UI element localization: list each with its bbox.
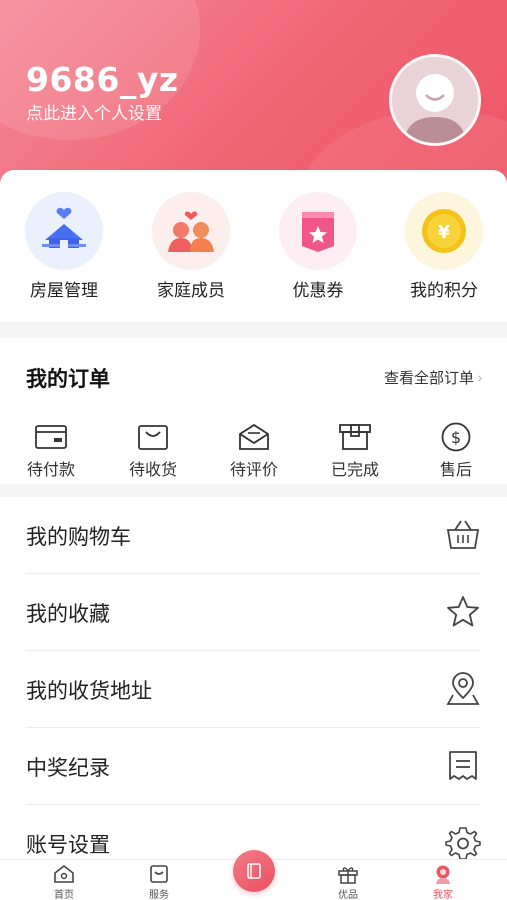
order-status-pending-payment[interactable]: 待付款 — [11, 420, 91, 480]
profile-icon — [408, 863, 478, 885]
svg-text:¥: ¥ — [438, 222, 451, 243]
location-pin-icon — [446, 672, 480, 705]
tab-label: 优品 — [338, 890, 358, 900]
menu-item-favorites[interactable]: 我的收藏 — [26, 574, 481, 651]
shopping-bag-icon — [113, 420, 193, 454]
menu-item-shopping-cart[interactable]: 我的购物车 — [26, 497, 481, 574]
avatar-icon — [392, 57, 478, 143]
chevron-right-icon: › — [477, 369, 483, 387]
home-icon — [29, 863, 99, 885]
star-icon — [447, 596, 479, 627]
dollar-circle-icon: $ — [416, 420, 496, 454]
quick-action-label: 房屋管理 — [30, 281, 98, 301]
tab-home[interactable]: 首页 — [29, 863, 99, 900]
tab-my-home[interactable]: 我家 — [408, 863, 478, 900]
order-status-after-sales[interactable]: $ 售后 — [416, 420, 496, 480]
orders-title: 我的订单 — [26, 367, 110, 391]
quick-action-label: 家庭成员 — [157, 281, 225, 301]
center-action-button[interactable] — [233, 850, 275, 892]
tab-label: 首页 — [54, 890, 74, 900]
menu-list: 我的购物车 我的收藏 我的收货地址 中奖纪录 账号设置 — [0, 497, 507, 859]
box-icon — [315, 420, 395, 454]
view-all-orders-label: 查看全部订单 — [383, 369, 474, 387]
wallet-icon — [11, 420, 91, 454]
order-status-label: 待付款 — [26, 460, 75, 479]
profile-settings-link[interactable]: 点此进入个人设置 — [26, 99, 162, 124]
book-icon — [247, 863, 261, 879]
avatar[interactable] — [389, 54, 481, 146]
service-icon — [124, 863, 194, 885]
orders-section: 我的订单 查看全部订单 › 待付款 待收货 待评价 已完成 $ 售后 — [0, 338, 507, 484]
order-status-completed[interactable]: 已完成 — [315, 420, 395, 480]
gear-icon — [445, 827, 481, 859]
house-icon — [25, 192, 103, 270]
basket-icon — [446, 520, 480, 549]
points-coin-icon: ¥ — [405, 192, 483, 270]
menu-item-prize-records[interactable]: 中奖纪录 — [26, 728, 481, 805]
order-status-label: 售后 — [439, 460, 472, 479]
family-icon — [152, 192, 230, 270]
order-status-label: 已完成 — [330, 460, 379, 479]
quick-action-label: 优惠券 — [292, 281, 344, 301]
order-status-to-receive[interactable]: 待收货 — [113, 420, 193, 480]
menu-item-label: 我的收货地址 — [26, 679, 152, 703]
tab-label: 我家 — [433, 890, 453, 900]
menu-item-label: 账号设置 — [26, 833, 110, 857]
menu-item-label: 中奖纪录 — [26, 756, 110, 780]
view-all-orders-link[interactable]: 查看全部订单 › — [384, 367, 483, 388]
envelope-icon — [214, 420, 294, 454]
menu-item-label: 我的购物车 — [26, 525, 131, 549]
quick-action-family-members[interactable]: 家庭成员 — [136, 192, 246, 301]
tab-services[interactable]: 服务 — [124, 863, 194, 900]
order-status-label: 待评价 — [229, 460, 278, 479]
quick-action-house-management[interactable]: 房屋管理 — [9, 192, 119, 301]
tab-label: 服务 — [149, 890, 169, 900]
tab-featured-products[interactable]: 优品 — [313, 863, 383, 900]
menu-item-label: 我的收藏 — [26, 602, 110, 626]
username[interactable]: 9686_yz — [26, 60, 179, 99]
receipt-icon — [449, 751, 477, 780]
quick-action-label: 我的积分 — [410, 281, 478, 301]
gift-icon — [313, 863, 383, 885]
menu-item-shipping-address[interactable]: 我的收货地址 — [26, 651, 481, 728]
quick-actions-card: 房屋管理 家庭成员 优惠券 ¥ 我的积分 — [0, 170, 507, 322]
order-status-label: 待收货 — [128, 460, 177, 479]
order-status-to-review[interactable]: 待评价 — [214, 420, 294, 480]
coupon-icon — [279, 192, 357, 270]
quick-action-coupons[interactable]: 优惠券 — [263, 192, 373, 301]
svg-text:$: $ — [451, 428, 461, 447]
quick-action-my-points[interactable]: ¥ 我的积分 — [389, 192, 499, 301]
